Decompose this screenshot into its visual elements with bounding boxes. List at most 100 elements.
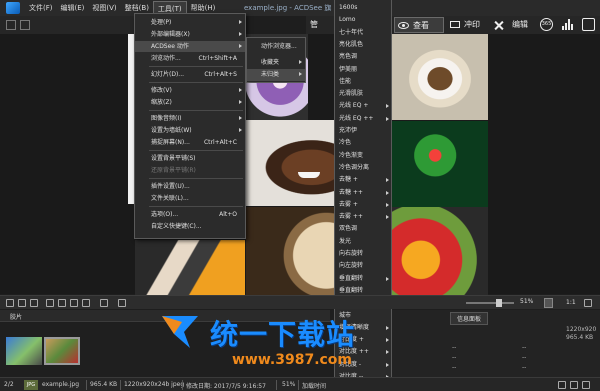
tools-menu: 处理(P) 外部编辑器(X) ACDSee 动作 浏览动作... Ctrl+Shi…: [134, 13, 246, 239]
tools-item-image-audio[interactable]: 图像音频(I): [135, 113, 245, 124]
effects-item-label: 佳能: [339, 77, 352, 85]
status-zoom: 51%: [282, 381, 296, 388]
effects-item[interactable]: 1600s: [335, 3, 391, 13]
tab-edit-label: 编辑: [512, 20, 528, 29]
info-label: --: [452, 354, 457, 361]
submenu-arrow-icon: [299, 72, 302, 76]
tools-item-modify[interactable]: 修改(V): [135, 85, 245, 96]
status-load-time: 加载时间: [302, 383, 327, 390]
effects-item[interactable]: 去雾 ++: [335, 212, 391, 222]
effects-item[interactable]: 冷色渐变: [335, 151, 391, 161]
filmstrip-thumbnail-selected[interactable]: [44, 337, 80, 365]
tools-item-set-background-tile[interactable]: 设置背景平铺(S): [135, 153, 245, 164]
top-left-toolbar: [0, 16, 135, 34]
zoom-dropdown[interactable]: [544, 298, 553, 308]
dashboard-icon[interactable]: [582, 18, 595, 31]
info-panel: 信息面板 1220x920 965.4 KB -- -- -- -- -- --: [392, 310, 600, 377]
effects-item[interactable]: 光线 EQ ++: [335, 114, 391, 124]
zoom-slider-knob[interactable]: [496, 299, 502, 307]
effects-item[interactable]: 光线 EQ +: [335, 101, 391, 111]
status-icon[interactable]: [570, 381, 578, 389]
effects-item[interactable]: Lomo: [335, 15, 391, 25]
info-value: --: [522, 364, 527, 371]
effects-item[interactable]: 光滑肌肤: [335, 89, 391, 99]
effects-item[interactable]: 向左旋转: [335, 261, 391, 271]
submenu-arrow-icon: [386, 350, 389, 355]
submenu-arrow-icon: [386, 190, 389, 195]
zoom-level: 51%: [520, 298, 534, 305]
actions-item-uncategorized[interactable]: 未归类: [247, 69, 305, 81]
crop-icon[interactable]: [100, 299, 108, 307]
effects-item[interactable]: 冷色调分离: [335, 163, 391, 173]
tab-print-label: 冲印: [464, 20, 480, 29]
menu-view[interactable]: 视图(V): [88, 1, 120, 15]
status-icon[interactable]: [582, 381, 590, 389]
effects-item[interactable]: 去糖 ++: [335, 188, 391, 198]
save-icon[interactable]: [6, 299, 14, 307]
zoom-slider[interactable]: [466, 302, 514, 304]
tools-item-process[interactable]: 处理(P): [135, 17, 245, 28]
effects-item[interactable]: 佳能: [335, 77, 391, 87]
histogram-icon[interactable]: [562, 19, 573, 30]
effects-item[interactable]: 七十年代: [335, 28, 391, 38]
menu-file[interactable]: 文件(F): [25, 1, 57, 15]
tools-item-slideshow[interactable]: 幻灯片(D)... Ctrl+Alt+S: [135, 69, 245, 80]
submenu-arrow-icon: [386, 325, 389, 330]
menu-edit[interactable]: 编辑(E): [57, 1, 89, 15]
tools-item-custom-shortcuts[interactable]: 自定义快捷键(C)...: [135, 221, 245, 232]
fullscreen-icon[interactable]: [584, 299, 592, 307]
status-icon[interactable]: [558, 381, 566, 389]
effects-item[interactable]: 充沛伊: [335, 126, 391, 136]
effects-item-label: 垂直翻转: [339, 286, 364, 294]
zoom-icon[interactable]: [70, 299, 78, 307]
rotate-left-icon[interactable]: [18, 299, 26, 307]
forward-icon[interactable]: [20, 20, 30, 30]
watermark-url: www.3987.com: [232, 352, 353, 368]
tools-item-options[interactable]: 选项(O)... Alt+O: [135, 209, 245, 220]
tools-item-zoom[interactable]: 缩放(Z): [135, 97, 245, 108]
actions-item-favorites[interactable]: 收藏夹: [247, 57, 305, 69]
effects-item[interactable]: 向右旋转: [335, 249, 391, 259]
tools-item-acdsee-actions[interactable]: ACDSee 动作: [135, 41, 245, 52]
effects-item-label: 去雾 ++: [339, 213, 363, 221]
tools-item-set-wallpaper[interactable]: 设置为墙纸(W): [135, 125, 245, 136]
tools-item-plugin-settings[interactable]: 插件设置(U)...: [135, 181, 245, 192]
filmstrip-thumbnail[interactable]: [6, 337, 42, 365]
tools-item-browse-actions[interactable]: 浏览动作... Ctrl+Shift+A: [135, 53, 245, 64]
tools-item-external-editor[interactable]: 外部编辑器(X): [135, 29, 245, 40]
settings-icon[interactable]: [118, 299, 126, 307]
overflow-label[interactable]: 管: [310, 19, 318, 30]
tools-item-file-association[interactable]: 文件关联(L)...: [135, 193, 245, 204]
effects-item[interactable]: 伊美丽: [335, 65, 391, 75]
actual-size-button[interactable]: 1:1: [566, 299, 576, 306]
tab-view[interactable]: 查看: [394, 17, 444, 33]
submenu-arrow-icon: [239, 44, 242, 48]
rotate-right-icon[interactable]: [30, 299, 38, 307]
effects-item[interactable]: 双色调: [335, 224, 391, 234]
365-icon[interactable]: 365: [540, 18, 553, 31]
fit-icon[interactable]: [82, 299, 90, 307]
effects-item[interactable]: 冷色: [335, 138, 391, 148]
effects-item[interactable]: 去雾 +: [335, 200, 391, 210]
info-panel-tab[interactable]: 信息面板: [450, 312, 489, 325]
effects-item[interactable]: 亮化肌色: [335, 40, 391, 50]
effects-item[interactable]: 去糖 +: [335, 175, 391, 185]
effects-item-label: 充沛伊: [339, 127, 358, 134]
actions-item-browser[interactable]: 动作浏览器...: [247, 41, 305, 53]
tab-view-label: 查看: [413, 21, 429, 30]
app-logo: [6, 2, 20, 14]
back-icon[interactable]: [6, 20, 16, 30]
hand-icon[interactable]: [46, 299, 54, 307]
tab-edit[interactable]: 编辑: [494, 17, 540, 33]
status-modified: 修改日期: 2017/7/5 9:16:57: [186, 383, 266, 390]
effects-item[interactable]: 发光: [335, 237, 391, 247]
file-type-badge: JPG: [24, 380, 38, 390]
effects-item[interactable]: 亮色调: [335, 52, 391, 62]
tools-item-capture-screen[interactable]: 捕捉屏幕(N)... Ctrl+Alt+C: [135, 137, 245, 148]
submenu-arrow-icon: [239, 32, 242, 36]
select-icon[interactable]: [58, 299, 66, 307]
effects-item[interactable]: 垂直翻转: [335, 274, 391, 284]
photo-frog: [392, 121, 488, 207]
tab-print[interactable]: 冲印: [446, 17, 492, 33]
effects-item-label: 亮色调: [339, 53, 358, 61]
